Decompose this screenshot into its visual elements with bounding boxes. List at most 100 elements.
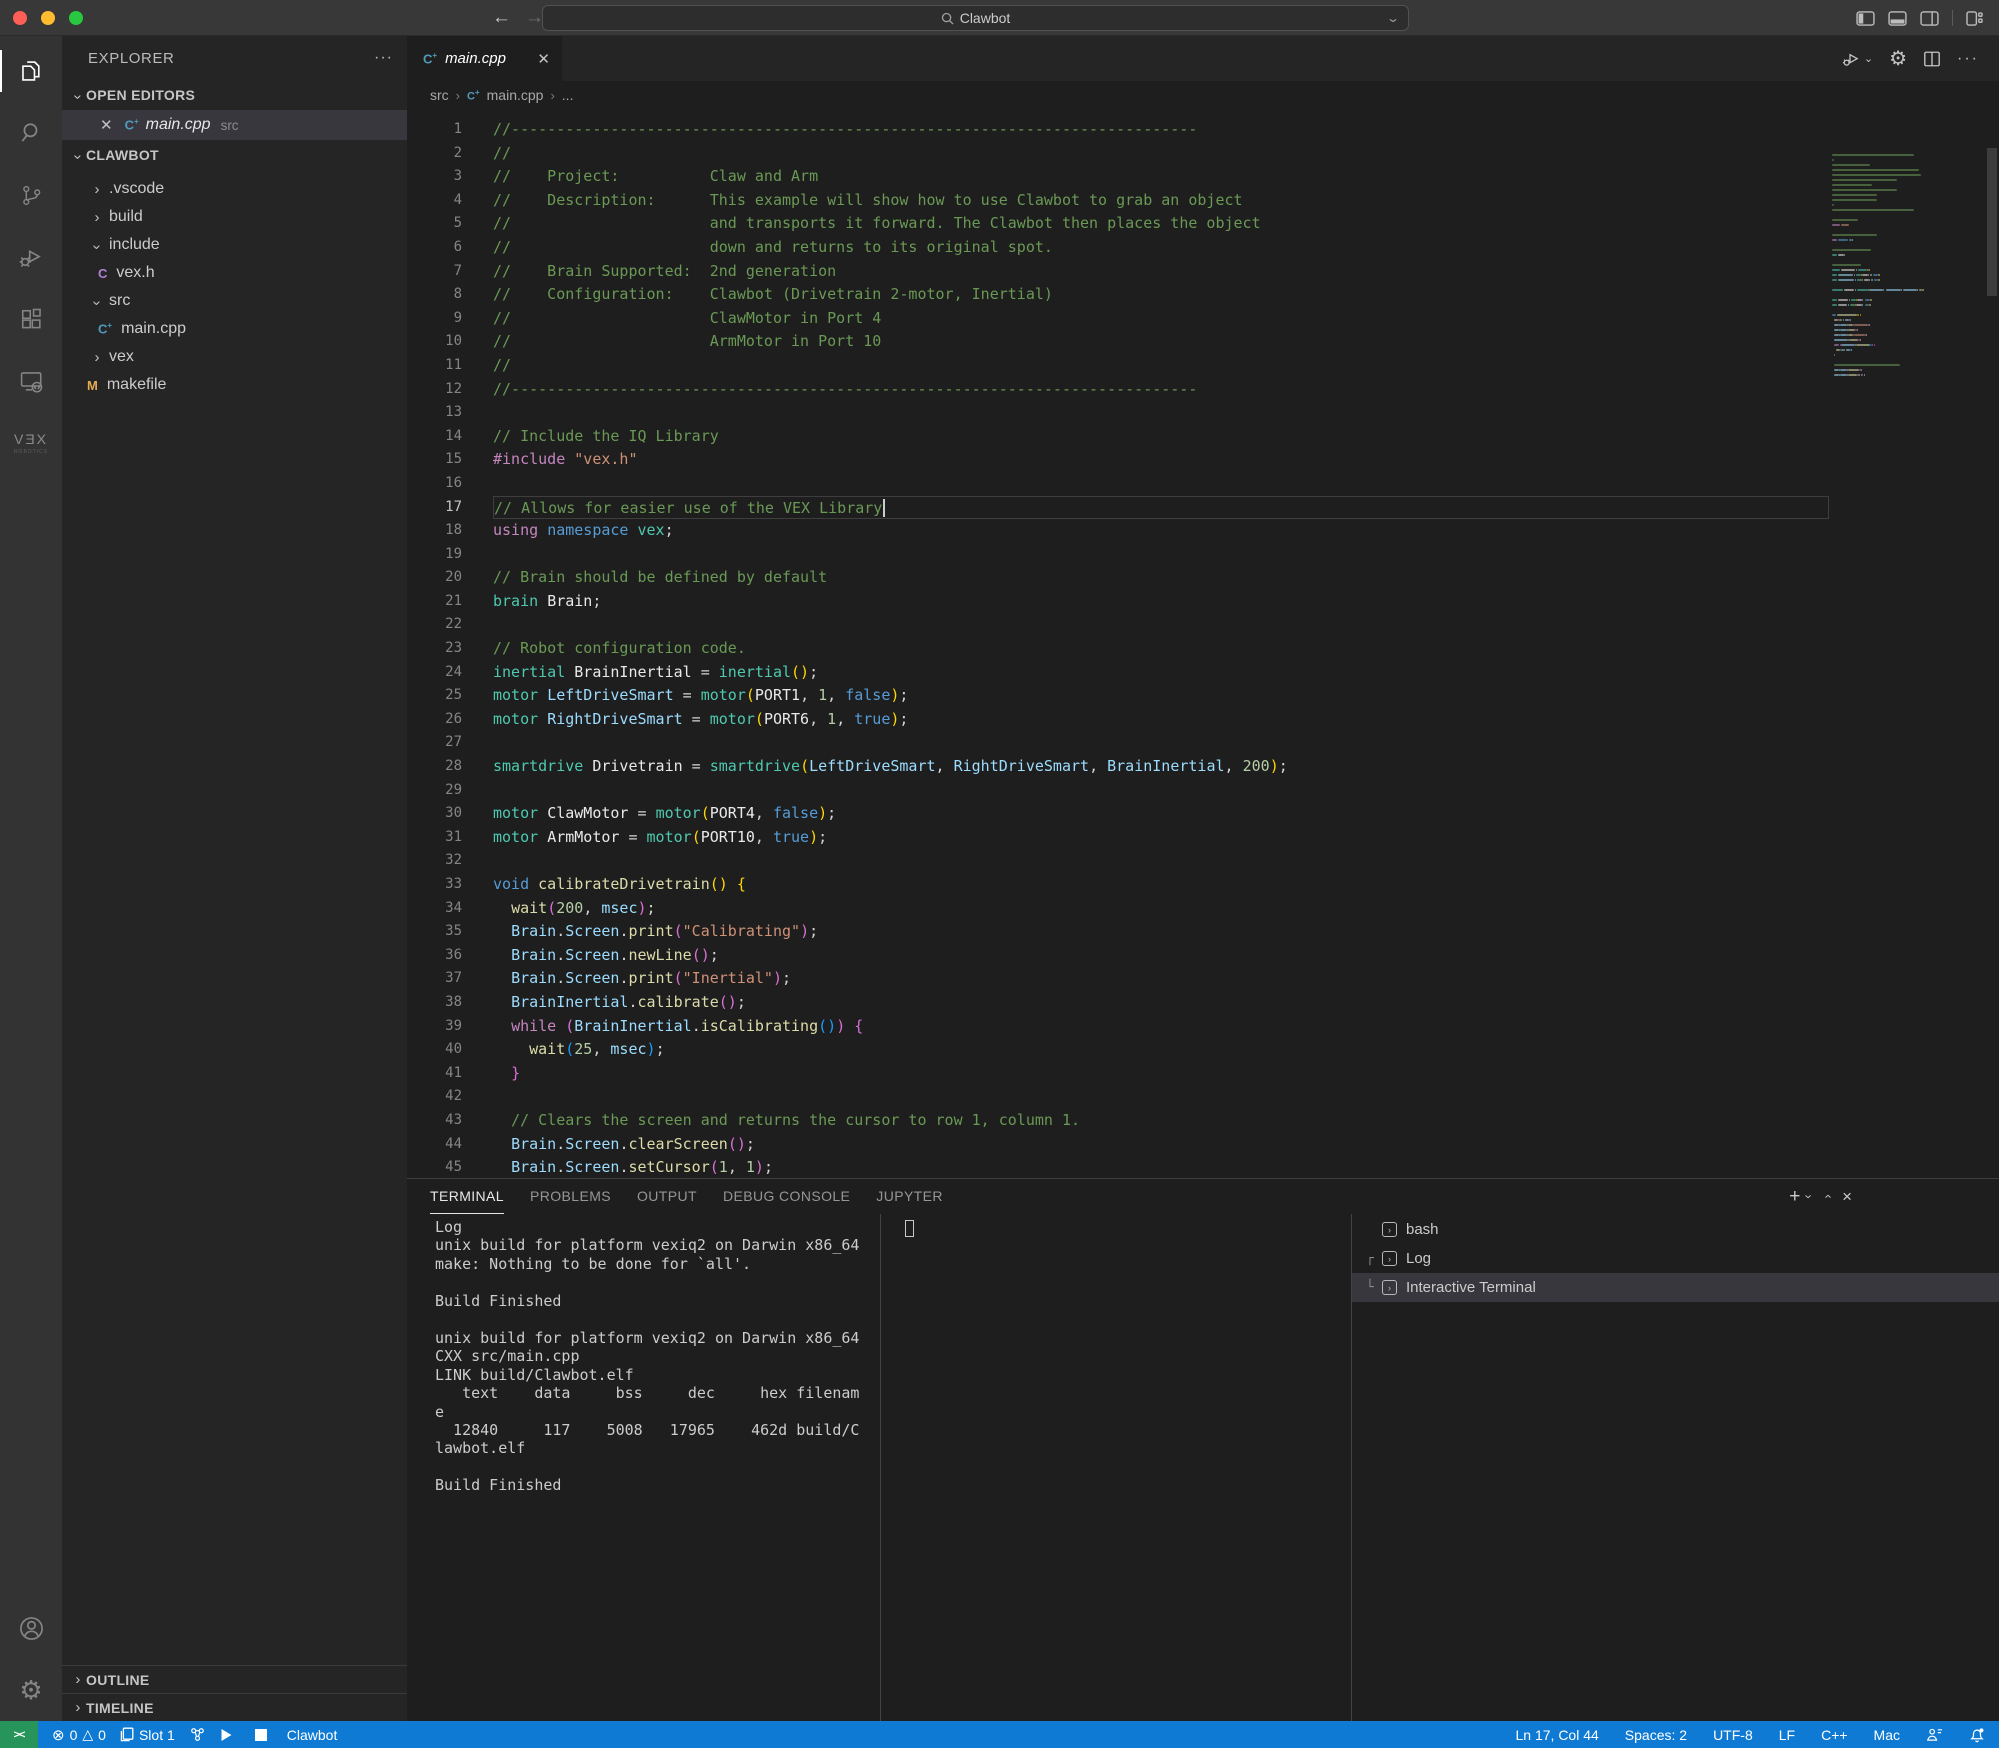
code-line-16[interactable]: 16 — [407, 472, 1999, 496]
code-line-7[interactable]: 7// Brain Supported: 2nd generation — [407, 260, 1999, 284]
minimize-window-button[interactable] — [41, 10, 55, 25]
code-line-39[interactable]: 39 while (BrainInertial.isCalibrating())… — [407, 1015, 1999, 1039]
outline-section-header[interactable]: › OUTLINE — [62, 1665, 407, 1693]
code-line-42[interactable]: 42 — [407, 1085, 1999, 1109]
code-line-41[interactable]: 41 } — [407, 1062, 1999, 1086]
stop-program-button[interactable] — [254, 1728, 267, 1741]
code-line-11[interactable]: 11// — [407, 354, 1999, 378]
customize-layout-icon[interactable] — [1966, 10, 1983, 26]
project-section-header[interactable]: › CLAWBOT — [62, 140, 407, 170]
code-line-38[interactable]: 38 BrainInertial.calibrate(); — [407, 991, 1999, 1015]
status-spaces-2[interactable]: Spaces: 2 — [1625, 1727, 1687, 1743]
tree-item-vscode[interactable]: › .vscode — [62, 175, 407, 203]
close-tab-icon[interactable]: ✕ — [537, 50, 550, 68]
tree-item-vexh[interactable]: Cvex.h — [62, 259, 407, 287]
code-line-12[interactable]: 12//------------------------------------… — [407, 378, 1999, 402]
command-center-search[interactable]: Clawbot ⌄ — [542, 5, 1409, 31]
code-line-9[interactable]: 9// ClawMotor in Port 4 — [407, 307, 1999, 331]
run-program-button[interactable] — [220, 1728, 233, 1742]
maximize-panel-icon[interactable]: › — [1819, 1194, 1834, 1198]
toggle-panel-icon[interactable] — [1888, 10, 1907, 26]
tree-item-maincpp[interactable]: C+ main.cpp — [62, 315, 407, 343]
activity-remote-explorer[interactable] — [0, 350, 62, 412]
code-line-25[interactable]: 25 motor LeftDriveSmart = motor(PORT1, 1,… — [407, 684, 1999, 708]
code-line-8[interactable]: 8// Configuration: Clawbot (Drivetrain 2… — [407, 283, 1999, 307]
code-line-43[interactable]: 43 // Clears the screen and returns the … — [407, 1109, 1999, 1133]
code-line-3[interactable]: 3// Project: Claw and Arm — [407, 165, 1999, 189]
code-line-26[interactable]: 26 motor RightDriveSmart = motor(PORT6, 1… — [407, 708, 1999, 732]
activity-search[interactable] — [0, 102, 62, 164]
code-line-4[interactable]: 4// Description: This example will show … — [407, 189, 1999, 213]
code-line-28[interactable]: 28 smartdrive Drivetrain = smartdrive(Lef… — [407, 755, 1999, 779]
remote-indicator[interactable]: >< — [0, 1721, 38, 1748]
tree-item-include[interactable]: › include — [62, 231, 407, 259]
activity-account[interactable] — [0, 1597, 62, 1659]
code-line-22[interactable]: 22 — [407, 613, 1999, 637]
code-line-35[interactable]: 35 Brain.Screen.print("Calibrating"); — [407, 920, 1999, 944]
code-line-6[interactable]: 6// down and returns to its original spo… — [407, 236, 1999, 260]
run-debug-button[interactable]: ⌄ — [1841, 49, 1873, 69]
tab-main-cpp[interactable]: C+ main.cpp ✕ — [407, 36, 562, 81]
code-line-27[interactable]: 27 — [407, 731, 1999, 755]
code-line-18[interactable]: 18 using namespace vex; — [407, 519, 1999, 543]
explorer-more-actions[interactable]: ··· — [374, 49, 393, 67]
zoom-window-button[interactable] — [69, 10, 83, 25]
tree-item-build[interactable]: › build — [62, 203, 407, 231]
terminal-output[interactable]: Log unix build for platform vexiq2 on Dar… — [407, 1214, 880, 1721]
code-line-32[interactable]: 32 — [407, 849, 1999, 873]
code-line-13[interactable]: 13 — [407, 401, 1999, 425]
status-ln-17-col-44[interactable]: Ln 17, Col 44 — [1516, 1727, 1599, 1743]
code-line-10[interactable]: 10// ArmMotor in Port 10 — [407, 330, 1999, 354]
editor-scrollbar[interactable] — [1987, 148, 1997, 296]
code-line-44[interactable]: 44 Brain.Screen.clearScreen(); — [407, 1133, 1999, 1157]
code-line-17[interactable]: 17// Allows for easier use of the VEX Li… — [407, 495, 1999, 520]
code-line-40[interactable]: 40 wait(25, msec); — [407, 1038, 1999, 1062]
panel-tab-problems[interactable]: PROBLEMS — [530, 1179, 611, 1214]
terminal-list-item-log[interactable]: ┌ › Log — [1352, 1244, 1999, 1273]
tree-item-makefile[interactable]: Mmakefile — [62, 371, 407, 399]
code-line-20[interactable]: 20// Brain should be defined by default — [407, 566, 1999, 590]
notifications-bell-icon[interactable] — [1969, 1727, 1985, 1743]
panel-tab-debug-console[interactable]: DEBUG CONSOLE — [723, 1179, 850, 1214]
status-c-[interactable]: C++ — [1821, 1727, 1847, 1743]
terminal-dropdown-icon[interactable]: › — [1802, 1194, 1817, 1198]
code-line-21[interactable]: 21 brain Brain; — [407, 590, 1999, 614]
breadcrumb-src[interactable]: src — [430, 87, 449, 103]
activity-vex[interactable]: VƎX ROBOTICS — [0, 412, 62, 474]
close-panel-icon[interactable]: × — [1842, 1187, 1852, 1207]
status-utf-8[interactable]: UTF-8 — [1713, 1727, 1753, 1743]
status-mac[interactable]: Mac — [1874, 1727, 1900, 1743]
code-line-1[interactable]: 1//-------------------------------------… — [407, 118, 1999, 142]
code-line-2[interactable]: 2// — [407, 142, 1999, 166]
code-line-30[interactable]: 30 motor ClawMotor = motor(PORT4, false); — [407, 802, 1999, 826]
feedback-icon[interactable] — [1926, 1727, 1943, 1742]
activity-settings[interactable]: ⚙ — [0, 1659, 62, 1721]
code-line-14[interactable]: 14// Include the IQ Library — [407, 425, 1999, 449]
interactive-terminal-pane[interactable] — [880, 1214, 1351, 1721]
code-editor[interactable]: 1//-------------------------------------… — [407, 109, 1999, 1178]
breadcrumb-file[interactable]: main.cpp — [487, 87, 544, 103]
navigate-back-button[interactable]: ← — [492, 7, 511, 29]
code-line-34[interactable]: 34 wait(200, msec); — [407, 897, 1999, 921]
code-line-19[interactable]: 19 — [407, 543, 1999, 567]
activity-source-control[interactable] — [0, 164, 62, 226]
code-line-29[interactable]: 29 — [407, 779, 1999, 803]
terminal-list-item-bash[interactable]: › bash — [1352, 1215, 1999, 1244]
terminal-list-item-interactive-terminal[interactable]: └ › Interactive Terminal — [1352, 1273, 1999, 1302]
open-editor-main-cpp[interactable]: ✕ C+ main.cpp src — [62, 110, 407, 140]
open-editors-header[interactable]: › OPEN EDITORS — [62, 80, 407, 110]
code-line-33[interactable]: 33 void calibrateDrivetrain() { — [407, 873, 1999, 897]
slot-selector[interactable]: Slot 1 — [120, 1727, 175, 1743]
activity-extensions[interactable] — [0, 288, 62, 350]
chevron-down-icon[interactable]: ⌄ — [1386, 11, 1400, 25]
code-line-5[interactable]: 5// and transports it forward. The Clawb… — [407, 212, 1999, 236]
more-actions-button[interactable]: ··· — [1957, 50, 1979, 68]
brain-connection-button[interactable] — [189, 1726, 206, 1743]
close-window-button[interactable] — [13, 10, 27, 25]
status-lf[interactable]: LF — [1779, 1727, 1795, 1743]
code-line-31[interactable]: 31 motor ArmMotor = motor(PORT10, true); — [407, 826, 1999, 850]
code-line-15[interactable]: 15 #include "vex.h" — [407, 448, 1999, 472]
code-line-45[interactable]: 45 Brain.Screen.setCursor(1, 1); — [407, 1156, 1999, 1178]
split-editor-button[interactable] — [1923, 50, 1941, 68]
panel-tab-jupyter[interactable]: JUPYTER — [876, 1179, 943, 1214]
